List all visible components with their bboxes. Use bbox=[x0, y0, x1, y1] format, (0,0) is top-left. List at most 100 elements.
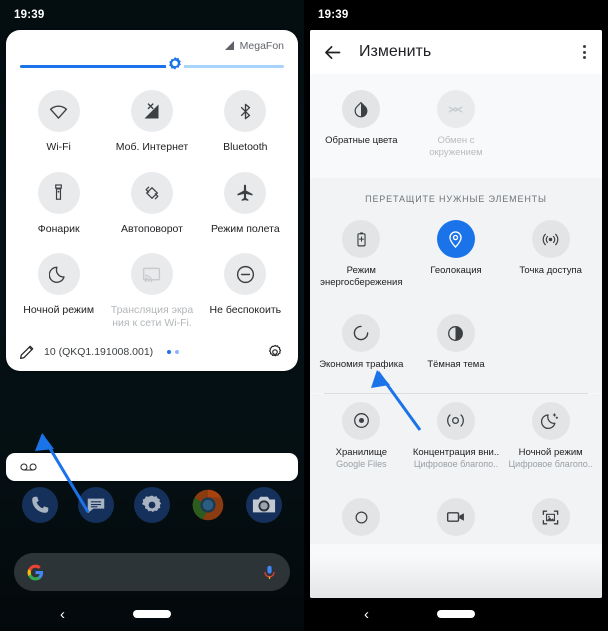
edit-tile-location[interactable]: Геолокация bbox=[409, 214, 504, 296]
edit-tile-icon-wrap[interactable] bbox=[342, 90, 381, 128]
right-status-bar: 19:39 bbox=[304, 0, 608, 30]
qs-tile-label: Фонарик bbox=[37, 222, 80, 235]
quick-settings-panel: MegaFon Wi-Fi Моб. Интернет Bluetooth Фо… bbox=[6, 30, 298, 371]
qs-tile-cast-screen[interactable]: Трансляция экра ния к сети Wi-Fi. bbox=[105, 245, 198, 335]
carrier-label: MegaFon bbox=[239, 40, 284, 52]
qs-tile-label: Трансляция экра ния к сети Wi-Fi. bbox=[110, 304, 194, 329]
gear-icon[interactable] bbox=[266, 343, 284, 361]
edit-tile-nearby-share[interactable]: Обмен с окружением bbox=[409, 84, 504, 166]
qs-tile-label: Bluetooth bbox=[223, 141, 268, 153]
qs-tile-flashlight[interactable]: Фонарик bbox=[12, 164, 105, 242]
settings-app[interactable] bbox=[134, 487, 170, 523]
right-nav-bar: ‹ bbox=[304, 597, 608, 631]
signal-icon bbox=[224, 41, 234, 50]
circle-icon bbox=[355, 511, 368, 523]
qs-tile-icon-wrap[interactable] bbox=[37, 253, 80, 295]
phone-app[interactable] bbox=[22, 487, 58, 523]
storage-icon bbox=[353, 413, 369, 428]
edit-tile-storage[interactable]: Хранилище Google Files bbox=[314, 396, 409, 479]
gear-icon bbox=[141, 495, 162, 512]
edit-tile-circle[interactable] bbox=[314, 492, 409, 544]
qs-tile-icon-wrap[interactable] bbox=[130, 253, 173, 295]
brightness-thumb-icon[interactable] bbox=[165, 55, 185, 75]
do-not-disturb-icon bbox=[236, 265, 254, 283]
google-search-bar[interactable] bbox=[14, 553, 290, 591]
chrome-app[interactable] bbox=[190, 487, 226, 523]
page-indicator-dots bbox=[167, 350, 180, 354]
qs-tile-dnd[interactable]: Не беспокоить bbox=[199, 245, 292, 335]
qs-tile-mobile-data[interactable]: Моб. Интернет bbox=[105, 82, 198, 160]
edit-tile-icon-wrap[interactable] bbox=[436, 220, 475, 258]
edit-tile-icon-wrap[interactable] bbox=[436, 498, 475, 536]
qs-tile-auto-rotate[interactable]: Автоповорот bbox=[105, 164, 198, 242]
edit-tile-icon-wrap[interactable] bbox=[342, 314, 381, 352]
edit-tile-label: Точка доступа bbox=[519, 265, 582, 276]
data-saver-icon bbox=[354, 325, 369, 341]
brightness-slider[interactable] bbox=[6, 52, 298, 78]
qs-tile-icon-wrap[interactable] bbox=[37, 90, 80, 132]
edit-tile-screen-record[interactable] bbox=[409, 492, 504, 544]
left-nav-bar: ‹ bbox=[0, 597, 304, 631]
more-vertical-icon[interactable] bbox=[579, 41, 590, 63]
dual-phone-screenshot: 19:39 MegaFon Wi-Fi Моб. Интернет Blueto… bbox=[0, 0, 608, 631]
edit-tile-empty-slot bbox=[503, 84, 598, 166]
edit-app-bar: Изменить bbox=[310, 30, 602, 74]
qs-tile-icon-wrap[interactable] bbox=[130, 171, 173, 214]
edit-tile-icon-wrap[interactable] bbox=[342, 498, 381, 536]
bluetooth-icon bbox=[240, 103, 250, 119]
edit-tile-icon-wrap[interactable] bbox=[531, 498, 570, 536]
microphone-icon[interactable] bbox=[261, 563, 278, 582]
qs-tile-label: Режим полета bbox=[210, 222, 280, 235]
nav-home-pill[interactable] bbox=[437, 610, 475, 618]
edit-tile-icon-wrap[interactable] bbox=[342, 401, 381, 440]
qs-tile-wifi[interactable]: Wi-Fi bbox=[12, 82, 105, 160]
left-status-bar: 19:39 bbox=[0, 0, 304, 30]
qs-tile-label: Моб. Интернет bbox=[115, 141, 189, 153]
qs-tile-bluetooth[interactable]: Bluetooth bbox=[199, 82, 292, 160]
qs-tile-icon-wrap[interactable] bbox=[37, 171, 80, 214]
qs-tile-airplane[interactable]: Режим полета bbox=[199, 164, 292, 242]
qs-tile-icon-wrap[interactable] bbox=[224, 171, 267, 214]
qs-tile-icon-wrap[interactable] bbox=[130, 90, 173, 132]
qs-tile-icon-wrap[interactable] bbox=[224, 90, 267, 132]
edit-tile-empty-slot bbox=[503, 296, 598, 379]
edit-tile-icon-wrap[interactable] bbox=[436, 401, 475, 440]
notification-card[interactable] bbox=[6, 453, 298, 481]
edit-tile-icon-wrap[interactable] bbox=[531, 401, 570, 440]
status-time: 19:39 bbox=[14, 9, 45, 21]
edit-tile-battery-saver[interactable]: Режим энергосбережения bbox=[314, 214, 409, 296]
edit-tile-icon-wrap[interactable] bbox=[436, 90, 475, 128]
qs-tile-label: Не беспокоить bbox=[209, 304, 282, 316]
qs-tile-icon-wrap[interactable] bbox=[224, 253, 267, 295]
edit-tile-night-light[interactable]: Ночной режим Цифровое благопо.. bbox=[503, 396, 598, 479]
nav-back-button[interactable]: ‹ bbox=[60, 606, 65, 623]
google-g-icon bbox=[27, 564, 44, 580]
nav-home-pill[interactable] bbox=[133, 610, 171, 618]
edit-tile-hotspot[interactable]: Точка доступа bbox=[503, 214, 598, 296]
edit-tile-label: Экономия трафика bbox=[319, 359, 404, 370]
edit-tile-invert-colors[interactable]: Обратные цвета bbox=[314, 84, 409, 166]
edit-tile-icon-wrap[interactable] bbox=[531, 220, 570, 258]
drag-section-header: Перетащите нужные элементы bbox=[365, 194, 547, 204]
edit-tile-focus-mode[interactable]: Концентрация вни.. Цифровое благопо.. bbox=[409, 396, 504, 479]
messages-app[interactable] bbox=[78, 487, 114, 523]
camera-app[interactable] bbox=[246, 487, 282, 523]
back-arrow-icon[interactable] bbox=[322, 42, 343, 63]
mobile-data-off-icon bbox=[144, 102, 159, 118]
edit-tile-dark-theme[interactable]: Тёмная тема bbox=[409, 308, 504, 379]
pencil-edit-icon[interactable] bbox=[18, 343, 36, 361]
chrome-icon bbox=[192, 489, 224, 521]
nav-back-button[interactable]: ‹ bbox=[364, 606, 369, 623]
edit-tile-screenshot[interactable] bbox=[503, 492, 598, 544]
edit-tile-icon-wrap[interactable] bbox=[436, 314, 475, 352]
edit-tile-data-saver[interactable]: Экономия трафика bbox=[314, 308, 409, 379]
qs-tile-grid: Wi-Fi Моб. Интернет Bluetooth Фонарик Ав… bbox=[6, 78, 298, 335]
dark-theme-icon bbox=[448, 325, 464, 341]
brightness-track[interactable] bbox=[20, 65, 284, 68]
camera-icon bbox=[252, 496, 276, 513]
edit-tile-label: Концентрация вни.. bbox=[412, 446, 500, 458]
invert-colors-icon bbox=[354, 101, 368, 118]
drag-tiles-section: Перетащите нужные элементы Режим энергос… bbox=[310, 178, 602, 393]
edit-tile-icon-wrap[interactable] bbox=[342, 220, 381, 258]
qs-tile-night-mode[interactable]: Ночной режим bbox=[12, 245, 105, 335]
